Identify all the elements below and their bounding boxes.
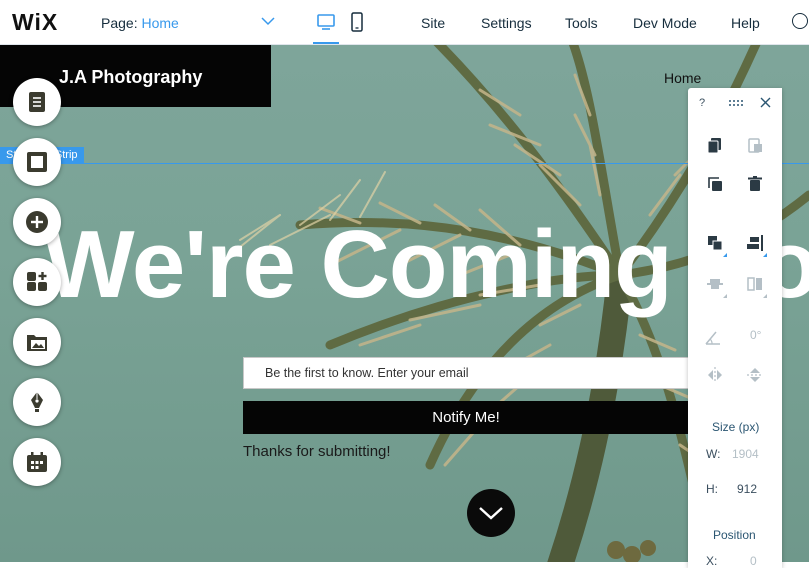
x-label: X:: [706, 554, 718, 568]
blog-button[interactable]: [13, 378, 61, 426]
email-field[interactable]: [243, 357, 689, 389]
x-value[interactable]: 0: [750, 554, 757, 568]
mobile-view-icon[interactable]: [350, 11, 364, 33]
pages-icon: [29, 92, 45, 112]
page-selector[interactable]: Page: Home: [101, 15, 179, 31]
align-right-icon[interactable]: [746, 234, 764, 252]
arrange-icon[interactable]: [706, 234, 724, 252]
width-value[interactable]: 1904: [732, 447, 759, 461]
dropdown-indicator: [763, 253, 767, 257]
size-label: Size (px): [712, 420, 760, 434]
paste-icon[interactable]: [746, 136, 764, 154]
site-title[interactable]: J.A Photography: [59, 67, 202, 88]
menu-dev-mode[interactable]: Dev Mode: [633, 15, 697, 31]
bookings-icon: [27, 452, 47, 472]
site-nav-home[interactable]: Home: [664, 70, 701, 86]
position-label: Position: [713, 528, 756, 542]
notify-button[interactable]: Notify Me!: [243, 401, 689, 434]
background-button[interactable]: [13, 138, 61, 186]
dropdown-indicator: [763, 294, 767, 298]
menu-settings[interactable]: Settings: [481, 15, 532, 31]
height-label: H:: [706, 482, 718, 496]
layout-toolbar: ? 0° Size (px) W: 1904 H: 912 Position X…: [688, 88, 782, 568]
page-value: Home: [141, 15, 179, 31]
blog-icon: [31, 392, 43, 412]
chevron-down-icon: [479, 507, 503, 520]
scroll-down-button[interactable]: [467, 489, 515, 537]
page-label: Page:: [101, 15, 138, 31]
dropdown-indicator: [723, 253, 727, 257]
media-icon: [27, 335, 47, 351]
success-message: Thanks for submitting!: [243, 443, 391, 460]
active-view-indicator: [313, 42, 339, 44]
menu-site[interactable]: Site: [421, 15, 445, 31]
app-market-button[interactable]: [13, 258, 61, 306]
dropdown-indicator: [723, 294, 727, 298]
add-icon: [26, 211, 48, 233]
help-icon[interactable]: ?: [699, 97, 705, 109]
height-value[interactable]: 912: [737, 482, 757, 496]
drag-handle-icon[interactable]: [728, 99, 744, 107]
width-label: W:: [706, 447, 721, 461]
close-icon[interactable]: [760, 97, 771, 108]
desktop-view-icon[interactable]: [315, 11, 337, 33]
chevron-down-icon[interactable]: [260, 13, 276, 29]
match-size-icon[interactable]: [746, 275, 764, 293]
media-button[interactable]: [13, 318, 61, 366]
editor-top-bar: WiX Page: Home Site Settings Tools Dev M…: [0, 0, 809, 45]
app-market-icon: [27, 272, 47, 291]
menu-tools[interactable]: Tools: [565, 15, 598, 31]
copy-icon[interactable]: [706, 136, 724, 154]
bookings-button[interactable]: [13, 438, 61, 486]
rotate-icon[interactable]: [704, 328, 722, 346]
delete-icon[interactable]: [746, 175, 764, 193]
pages-button[interactable]: [13, 78, 61, 126]
duplicate-icon[interactable]: [706, 175, 724, 193]
flip-vertical-icon[interactable]: [746, 366, 764, 384]
flip-horizontal-icon[interactable]: [706, 366, 724, 384]
rotation-value[interactable]: 0°: [750, 328, 761, 342]
strip-icon: [27, 152, 47, 172]
menu-help[interactable]: Help: [731, 15, 760, 31]
add-button[interactable]: [13, 198, 61, 246]
clock-icon[interactable]: [792, 13, 808, 29]
toolbar-header: ?: [688, 88, 782, 118]
wix-logo[interactable]: WiX: [12, 9, 58, 36]
distribute-icon[interactable]: [706, 275, 724, 293]
